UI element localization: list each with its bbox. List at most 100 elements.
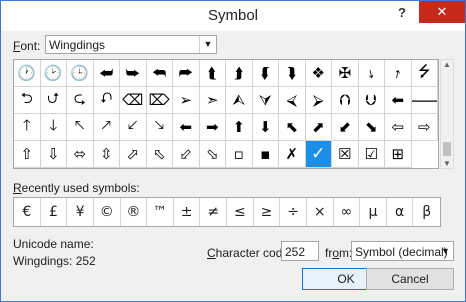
close-button[interactable]: ✕: [419, 1, 465, 23]
x-mark-icon[interactable]: ✗: [279, 141, 306, 168]
recent-symbol-cell[interactable]: ¥: [67, 198, 94, 226]
arrow-circle-icon[interactable]: ⮋: [358, 87, 385, 114]
outline-up-right-arrow-icon[interactable]: ⬁: [146, 141, 173, 168]
scroll-thumb[interactable]: [443, 142, 451, 156]
arrow-icon[interactable]: ⮯: [279, 60, 306, 87]
recent-symbol-cell[interactable]: ×: [307, 198, 334, 226]
recent-symbol-cell[interactable]: ±: [174, 198, 201, 226]
arrow-icon[interactable]: ⭏: [358, 60, 385, 87]
down-arrow-icon[interactable]: 🡓: [40, 114, 67, 141]
small-square-icon[interactable]: ▪: [252, 141, 279, 168]
arrow-icon[interactable]: ⮫: [173, 60, 200, 87]
delete-icon[interactable]: ⌦: [146, 87, 173, 114]
arrowhead-icon[interactable]: ➣: [199, 87, 226, 114]
ballot-box-check-icon[interactable]: ☑: [358, 141, 385, 168]
unicode-name-label: Unicode name:: [13, 237, 94, 251]
right-arrow-icon[interactable]: 🡒: [411, 87, 438, 114]
outline-down-arrow-icon[interactable]: ⇩: [40, 141, 67, 168]
symbol-grid-scrollbar[interactable]: ▲ ▼: [440, 59, 454, 169]
up-left-arrow-icon[interactable]: 🡔: [67, 114, 94, 141]
up-arrow-icon[interactable]: ⬆: [226, 114, 253, 141]
down-arrow-icon[interactable]: ⬇: [252, 114, 279, 141]
up-right-arrow-icon[interactable]: ⬈: [305, 114, 332, 141]
font-label: Font:: [13, 39, 41, 53]
arrow-icon[interactable]: ⮌: [14, 87, 41, 114]
right-arrow-icon[interactable]: ➡: [199, 114, 226, 141]
recent-symbol-cell[interactable]: ©: [94, 198, 121, 226]
character-code-label: Character code:: [207, 246, 293, 260]
arrow-icon[interactable]: ⮪: [146, 60, 173, 87]
outline-up-left-arrow-icon[interactable]: ⬀: [120, 141, 147, 168]
ornament-icon[interactable]: ❖: [305, 60, 332, 87]
clock-3-icon[interactable]: 🕒: [67, 60, 94, 87]
outline-up-down-arrow-icon[interactable]: ⇳: [93, 141, 120, 168]
scroll-up-icon[interactable]: ▲: [441, 60, 453, 69]
recent-symbols-row: € £ ¥ © ® ™ ± ≠ ≤ ≥ ÷ × ∞ µ α β: [13, 197, 441, 227]
help-button[interactable]: ?: [391, 3, 413, 23]
cancel-button[interactable]: Cancel: [366, 268, 454, 290]
down-left-arrow-icon[interactable]: 🡗: [120, 114, 147, 141]
windows-logo-icon[interactable]: ⊞: [385, 141, 412, 168]
arrowhead-icon[interactable]: ⮙: [226, 87, 253, 114]
up-arrow-icon[interactable]: 🡑: [14, 114, 41, 141]
recent-symbol-cell[interactable]: ®: [121, 198, 148, 226]
outline-right-arrow-icon[interactable]: ⇨: [411, 114, 438, 141]
outline-left-arrow-icon[interactable]: ⇦: [385, 114, 412, 141]
arrow-icon[interactable]: ⮭: [226, 60, 253, 87]
recent-symbol-cell[interactable]: ∞: [334, 198, 361, 226]
recent-symbol-cell[interactable]: €: [14, 198, 41, 226]
recent-symbol-cell[interactable]: α: [387, 198, 414, 226]
clock-2-icon[interactable]: 🕑: [40, 60, 67, 87]
outline-down-left-arrow-icon[interactable]: ⬃: [173, 141, 200, 168]
check-mark-icon[interactable]: ✓: [305, 141, 332, 168]
recent-symbol-cell[interactable]: ≠: [200, 198, 227, 226]
backspace-icon[interactable]: ⌫: [120, 87, 147, 114]
outline-left-right-arrow-icon[interactable]: ⬄: [67, 141, 94, 168]
arrow-circle-icon[interactable]: ⮉: [332, 87, 359, 114]
unicode-name-value: Wingdings: 252: [13, 254, 96, 268]
ballot-box-x-icon[interactable]: ☒: [332, 141, 359, 168]
arrowhead-icon[interactable]: ⮛: [252, 87, 279, 114]
left-arrow-icon[interactable]: ⬅: [385, 87, 412, 114]
close-icon: ✕: [436, 4, 448, 19]
recent-symbol-cell[interactable]: ÷: [280, 198, 307, 226]
down-left-arrow-icon[interactable]: ⬋: [332, 114, 359, 141]
from-dropdown-value: Symbol (decimal): [355, 245, 448, 259]
title-bar: Symbol ? ✕: [1, 1, 465, 31]
outline-up-arrow-icon[interactable]: ⇧: [14, 141, 41, 168]
from-label: from:: [325, 246, 353, 260]
font-dropdown[interactable]: Wingdings ▼: [45, 35, 217, 54]
left-arrow-icon[interactable]: ⬅: [173, 114, 200, 141]
symbol-dialog: Symbol ? ✕ Font: Wingdings ▼ 🕐 🕑 🕒 ⮨ ⮩ ⮪ ⮫ ⮬ ⮭ ⮮ ⮯…: [0, 0, 466, 302]
arrow-circle-icon[interactable]: ⮘: [279, 87, 306, 114]
up-left-arrow-icon[interactable]: ⬉: [279, 114, 306, 141]
small-square-icon[interactable]: ▫: [226, 141, 253, 168]
scroll-down-icon[interactable]: ▼: [441, 159, 453, 168]
recent-symbol-cell[interactable]: ≥: [254, 198, 281, 226]
outline-down-right-arrow-icon[interactable]: ⬂: [199, 141, 226, 168]
down-right-arrow-icon[interactable]: ⬊: [358, 114, 385, 141]
recent-symbol-cell[interactable]: ≤: [227, 198, 254, 226]
arrow-icon[interactable]: ⮍: [40, 87, 67, 114]
clock-1-icon[interactable]: 🕐: [14, 60, 41, 87]
arrow-icon[interactable]: ⮎: [67, 87, 94, 114]
ornament-icon[interactable]: ✠: [332, 60, 359, 87]
arrow-icon[interactable]: ⮩: [120, 60, 147, 87]
up-right-arrow-icon[interactable]: 🡕: [93, 114, 120, 141]
from-dropdown[interactable]: Symbol (decimal) ▼: [351, 241, 454, 261]
arrow-icon[interactable]: ⭎: [385, 60, 412, 87]
arrow-icon[interactable]: ⭍: [411, 60, 438, 87]
arrow-icon[interactable]: ⮏: [93, 87, 120, 114]
arrow-icon[interactable]: ⮮: [252, 60, 279, 87]
character-code-input[interactable]: 252: [281, 241, 319, 261]
arrowhead-icon[interactable]: ➢: [173, 87, 200, 114]
arrow-icon[interactable]: ⮨: [93, 60, 120, 87]
recent-symbol-cell[interactable]: ™: [147, 198, 174, 226]
down-right-arrow-icon[interactable]: 🡖: [146, 114, 173, 141]
chevron-down-icon: ▼: [441, 246, 450, 256]
recent-symbol-cell[interactable]: µ: [360, 198, 387, 226]
recent-symbol-cell[interactable]: £: [41, 198, 68, 226]
arrow-icon[interactable]: ⮬: [199, 60, 226, 87]
recent-symbol-cell[interactable]: β: [413, 198, 440, 226]
arrow-circle-icon[interactable]: ⮚: [305, 87, 332, 114]
